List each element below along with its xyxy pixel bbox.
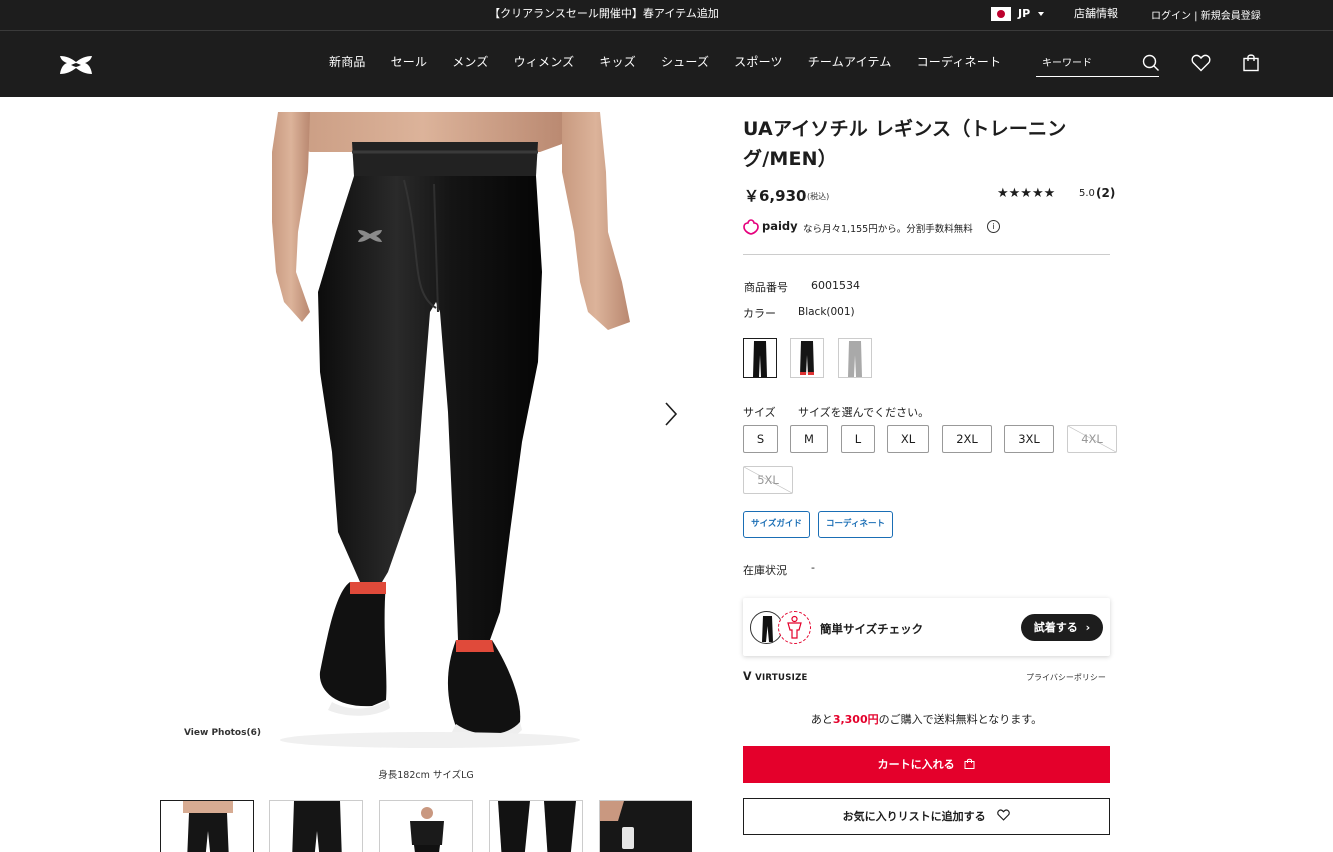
paidy-brand: paidy <box>762 219 798 233</box>
model-size-caption: 身長182cm サイズLG <box>378 770 474 781</box>
thumbnail-pocket[interactable] <box>599 800 692 852</box>
color-swatch-gray[interactable] <box>838 338 872 378</box>
size-button-3xl[interactable]: 3XL <box>1004 425 1054 453</box>
size-label: サイズ <box>743 406 776 419</box>
virtusize-try-button[interactable]: 試着する › <box>1021 614 1103 641</box>
free-shipping-notice: あと3,300円のご購入で送料無料となります。 <box>743 711 1110 727</box>
shipping-suffix: のご購入で送料無料となります。 <box>878 713 1043 726</box>
login-register-link[interactable]: ログイン | 新規会員登録 <box>1151 7 1261 22</box>
color-swatch-black[interactable] <box>743 338 777 378</box>
size-button-l[interactable]: L <box>841 425 875 453</box>
virtusize-logo-text: VIRTUSIZE <box>755 673 808 683</box>
nav-sale[interactable]: セール <box>391 53 428 70</box>
thumbnail-detail[interactable] <box>489 800 583 852</box>
size-guide-button[interactable]: サイズガイド <box>743 511 810 538</box>
size-button-xl[interactable]: XL <box>887 425 929 453</box>
size-button-5xl[interactable]: 5XL <box>743 466 793 494</box>
nav-womens[interactable]: ウィメンズ <box>514 53 575 70</box>
japan-flag-icon[interactable] <box>991 7 1011 21</box>
sku-value: 6001534 <box>811 279 860 292</box>
nav-mens[interactable]: メンズ <box>452 53 488 70</box>
country-selector[interactable]: JP <box>1018 7 1030 20</box>
virtusize-try-label: 試着する <box>1033 621 1078 634</box>
view-photos-link[interactable]: View Photos(6) <box>184 728 261 738</box>
caret-down-icon[interactable] <box>1038 12 1044 16</box>
top-bar: 【クリアランスセール開催中】春アイテム追加 JP 店舗情報 ログイン | 新規会… <box>0 0 1333 30</box>
stock-value: - <box>811 561 815 574</box>
nav-team[interactable]: チームアイテム <box>808 53 892 70</box>
rating-stars[interactable]: ★★★★★ <box>997 186 1055 201</box>
tax-note: (税込) <box>807 192 830 201</box>
virtusize-body-icon <box>778 611 811 644</box>
virtusize-v-icon: ᐯ <box>743 670 752 683</box>
search-icon[interactable] <box>1142 54 1160 72</box>
thumbnail-outfit[interactable] <box>379 800 473 852</box>
sku-label: 商品番号 <box>744 281 788 294</box>
nav-shoes[interactable]: シューズ <box>661 53 709 70</box>
size-button-s[interactable]: S <box>743 425 778 453</box>
color-swatch-black-red[interactable] <box>790 338 824 378</box>
add-to-wishlist-label: お気に入りリストに追加する <box>842 810 986 823</box>
search-input[interactable] <box>1042 58 1132 69</box>
thumbnail-back[interactable] <box>269 800 363 852</box>
color-label: カラー <box>743 307 776 320</box>
info-icon[interactable]: i <box>987 220 1000 233</box>
virtusize-logo: ᐯ VIRTUSIZE <box>743 670 808 683</box>
main-product-photo[interactable] <box>160 112 692 754</box>
next-photo-arrow-icon[interactable] <box>660 400 680 428</box>
rating-value: 5.0 <box>1079 188 1095 199</box>
size-prompt: サイズを選んでください。 <box>798 406 930 419</box>
nav-sports[interactable]: スポーツ <box>734 53 783 70</box>
search-box <box>1036 49 1159 77</box>
divider <box>743 254 1110 255</box>
add-to-cart-button[interactable]: カートに入れる <box>743 746 1110 783</box>
size-button-m[interactable]: M <box>790 425 828 453</box>
review-count-link[interactable]: (2) <box>1096 186 1115 200</box>
privacy-policy-link[interactable]: プライバシーポリシー <box>1026 672 1106 683</box>
shipping-prefix: あと <box>810 713 833 726</box>
nav-kids[interactable]: キッズ <box>599 53 636 70</box>
cart-bag-icon <box>964 758 975 769</box>
thumbnail-strip <box>160 800 692 852</box>
thumbnail-front[interactable] <box>160 800 254 852</box>
stock-label: 在庫状況 <box>743 564 787 577</box>
under-armour-logo-icon[interactable] <box>58 54 94 76</box>
product-price: ￥6,930 <box>744 187 807 205</box>
size-button-2xl[interactable]: 2XL <box>942 425 992 453</box>
heart-icon[interactable] <box>1191 54 1211 72</box>
add-to-wishlist-button[interactable]: お気に入りリストに追加する <box>743 798 1110 835</box>
nav-new[interactable]: 新商品 <box>329 53 366 70</box>
paidy-installment-text: なら月々1,155円から。分割手数料無料 <box>803 224 973 235</box>
main-nav: 新商品 セール メンズ ウィメンズ キッズ シューズ スポーツ チームアイテム … <box>329 53 1026 70</box>
nav-coordinate[interactable]: コーディネート <box>917 53 1002 70</box>
site-header: 新商品 セール メンズ ウィメンズ キッズ シューズ スポーツ チームアイテム … <box>0 30 1333 97</box>
product-title: UAアイソチル レギンス（トレーニング/MEN） <box>743 118 1067 170</box>
promo-text[interactable]: 【クリアランスセール開催中】春アイテム追加 <box>489 7 719 20</box>
virtusize-check-text: 簡単サイズチェック <box>820 622 924 636</box>
color-value: Black(001) <box>798 306 855 318</box>
size-button-4xl[interactable]: 4XL <box>1067 425 1117 453</box>
shipping-amount: 3,300円 <box>832 713 879 726</box>
wishlist-heart-icon <box>997 809 1011 821</box>
paidy-logo-icon <box>743 219 759 235</box>
shopping-bag-icon[interactable] <box>1242 53 1260 72</box>
add-to-cart-label: カートに入れる <box>877 758 955 771</box>
store-info-link[interactable]: 店舗情報 <box>1074 5 1118 21</box>
leggings-model-image <box>272 112 630 748</box>
chevron-right-icon: › <box>1085 621 1091 634</box>
promo-banner[interactable]: 【クリアランスセール開催中】春アイテム追加 <box>0 5 1333 21</box>
coordinate-button[interactable]: コーディネート <box>818 511 893 538</box>
